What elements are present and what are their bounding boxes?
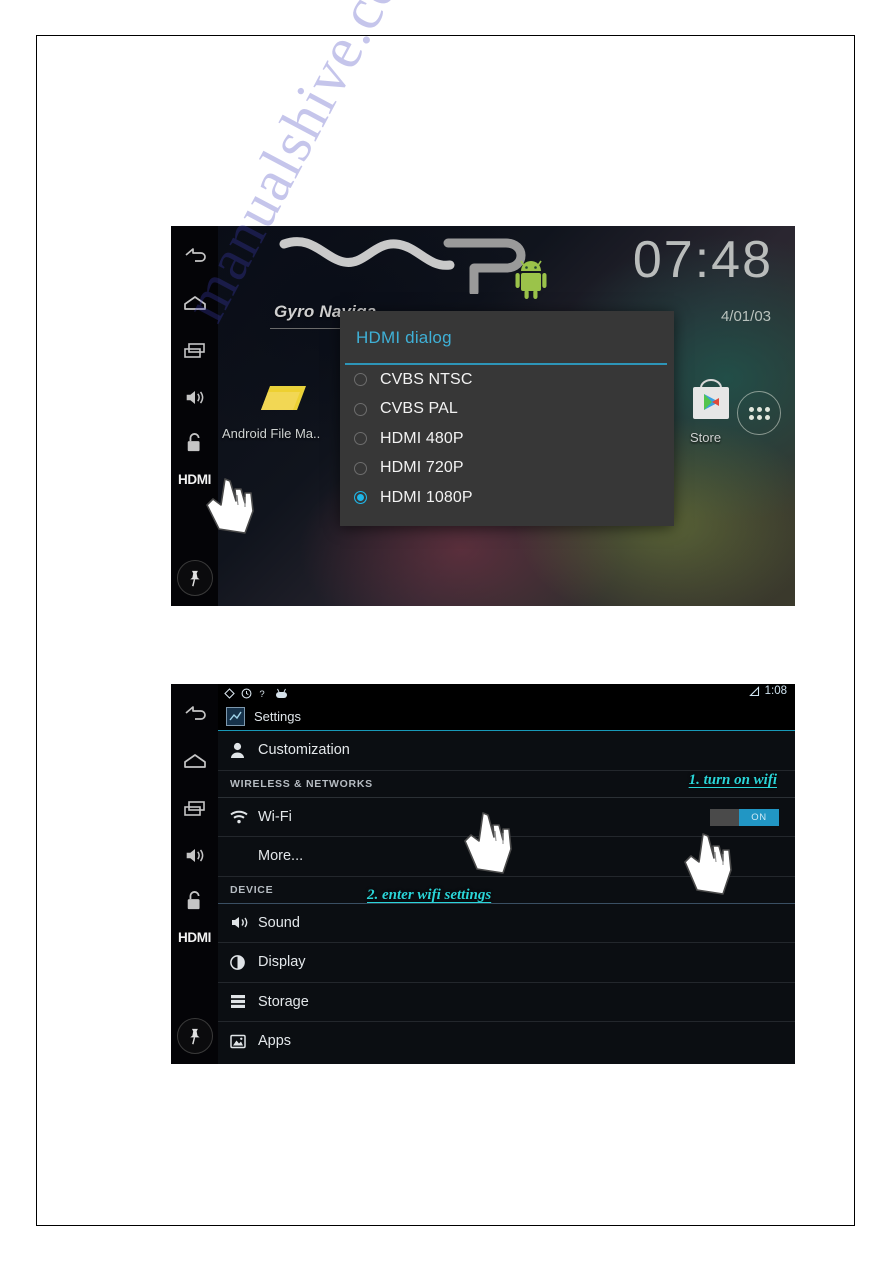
settings-row-label: Wi-Fi: [258, 808, 292, 825]
file-manager-icon[interactable]: [256, 376, 310, 420]
status-bar: ? 1:08: [218, 684, 795, 703]
unlock-icon[interactable]: [179, 428, 211, 458]
navigation-rail: HDMI: [171, 226, 218, 606]
hand-cursor-hdmi: [206, 478, 254, 534]
svg-text:?: ?: [259, 689, 264, 699]
diamond-icon: [224, 688, 235, 699]
display-icon: [230, 954, 254, 970]
play-store-icon[interactable]: [686, 376, 736, 424]
radio-icon[interactable]: [354, 461, 367, 475]
signal-triangle-icon: [748, 685, 759, 696]
app-label-file-manager: Android File Ma..: [222, 426, 321, 441]
radio-icon[interactable]: [354, 432, 367, 446]
settings-row-sound[interactable]: Sound: [218, 904, 795, 943]
status-bar-left-icons: ?: [224, 688, 289, 699]
wifi-icon: [230, 810, 254, 824]
toggle-state-label: ON: [739, 808, 779, 826]
annotation-turn-on-wifi: 1. turn on wifi: [688, 772, 777, 788]
hdmi-option-label: CVBS NTSC: [380, 370, 473, 388]
wp-brand-logo: [279, 237, 526, 294]
storage-icon: [230, 994, 254, 1009]
unlock-icon[interactable]: [179, 886, 211, 916]
settings-row-label: Sound: [258, 914, 300, 931]
home-icon[interactable]: [179, 288, 211, 318]
settings-title-bar: Settings: [218, 703, 795, 731]
android-icon: [276, 688, 287, 698]
hdmi-option-label: HDMI 720P: [380, 459, 464, 477]
status-bar-time: 1:08: [764, 685, 787, 697]
settings-row-label: More...: [258, 848, 304, 865]
document-page-frame: Gyro Naviga 07:48 4/01/03 Android File M…: [36, 35, 855, 1226]
settings-row-label: Storage: [258, 993, 309, 1010]
drawer-dots: [748, 406, 770, 420]
hdmi-option-1080p[interactable]: HDMI 1080P: [340, 483, 674, 513]
app-label-store: Store: [690, 430, 722, 445]
home-date: 4/01/03: [720, 308, 771, 325]
recents-icon[interactable]: [179, 794, 211, 824]
home-clock: 07:48: [632, 231, 773, 289]
settings-row-customization[interactable]: Customization: [218, 731, 795, 771]
apps-icon: [230, 1034, 254, 1049]
radio-icon[interactable]: [354, 402, 367, 416]
hdmi-option-label: HDMI 480P: [380, 429, 464, 447]
hdmi-option-480p[interactable]: HDMI 480P: [340, 424, 674, 454]
help-icon: ?: [259, 689, 264, 699]
radio-icon[interactable]: [354, 373, 367, 387]
settings-title: Settings: [254, 709, 301, 724]
hdmi-dialog-title: HDMI dialog: [356, 328, 452, 347]
clock-icon: [241, 688, 252, 699]
hdmi-option-cvbs-ntsc[interactable]: CVBS NTSC: [340, 365, 674, 395]
android-robot-icon: [515, 260, 547, 299]
settings-row-label: Customization: [258, 742, 350, 759]
settings-row-apps[interactable]: Apps: [218, 1022, 795, 1061]
pin-icon[interactable]: [176, 560, 213, 596]
settings-row-label: Apps: [258, 1033, 292, 1050]
recents-icon[interactable]: [179, 336, 211, 366]
pin-icon[interactable]: [176, 1018, 213, 1054]
settings-row-storage[interactable]: Storage: [218, 983, 795, 1022]
app-drawer-icon[interactable]: [737, 391, 781, 435]
hdmi-option-cvbs-pal[interactable]: CVBS PAL: [340, 395, 674, 425]
hdmi-option-720p[interactable]: HDMI 720P: [340, 454, 674, 484]
navigation-rail: HDMI: [171, 684, 218, 1064]
home-icon[interactable]: [179, 746, 211, 776]
hdmi-dialog: HDMI dialog CVBS NTSC CVBS PAL HDMI 480P…: [340, 311, 674, 526]
settings-app-icon: [226, 707, 245, 726]
hand-cursor-wifi-row: [464, 812, 512, 874]
toggle-knob: [710, 808, 739, 826]
settings-row-label: Display: [258, 954, 306, 971]
hand-cursor-wifi-toggle: [684, 833, 732, 895]
hdmi-option-label: HDMI 1080P: [380, 488, 473, 506]
annotation-enter-wifi-settings: 2. enter wifi settings: [367, 887, 492, 903]
status-bar-right: 1:08: [748, 685, 787, 697]
back-arrow-icon[interactable]: [179, 698, 211, 728]
volume-icon[interactable]: [179, 382, 211, 412]
hdmi-option-label: CVBS PAL: [380, 400, 458, 418]
hdmi-rail-label[interactable]: HDMI: [178, 930, 211, 945]
radio-icon-selected[interactable]: [354, 491, 367, 505]
settings-row-display[interactable]: Display: [218, 943, 795, 983]
back-arrow-icon[interactable]: [179, 240, 211, 270]
volume-icon[interactable]: [179, 840, 211, 870]
sound-icon: [230, 915, 254, 930]
screenshot-settings-wifi: ? 1:08 Settings Customization WIRELESS &…: [171, 684, 795, 1064]
wifi-toggle[interactable]: ON: [710, 808, 779, 826]
person-icon: [230, 742, 254, 759]
screenshot-home-with-hdmi-dialog: Gyro Naviga 07:48 4/01/03 Android File M…: [171, 226, 795, 606]
